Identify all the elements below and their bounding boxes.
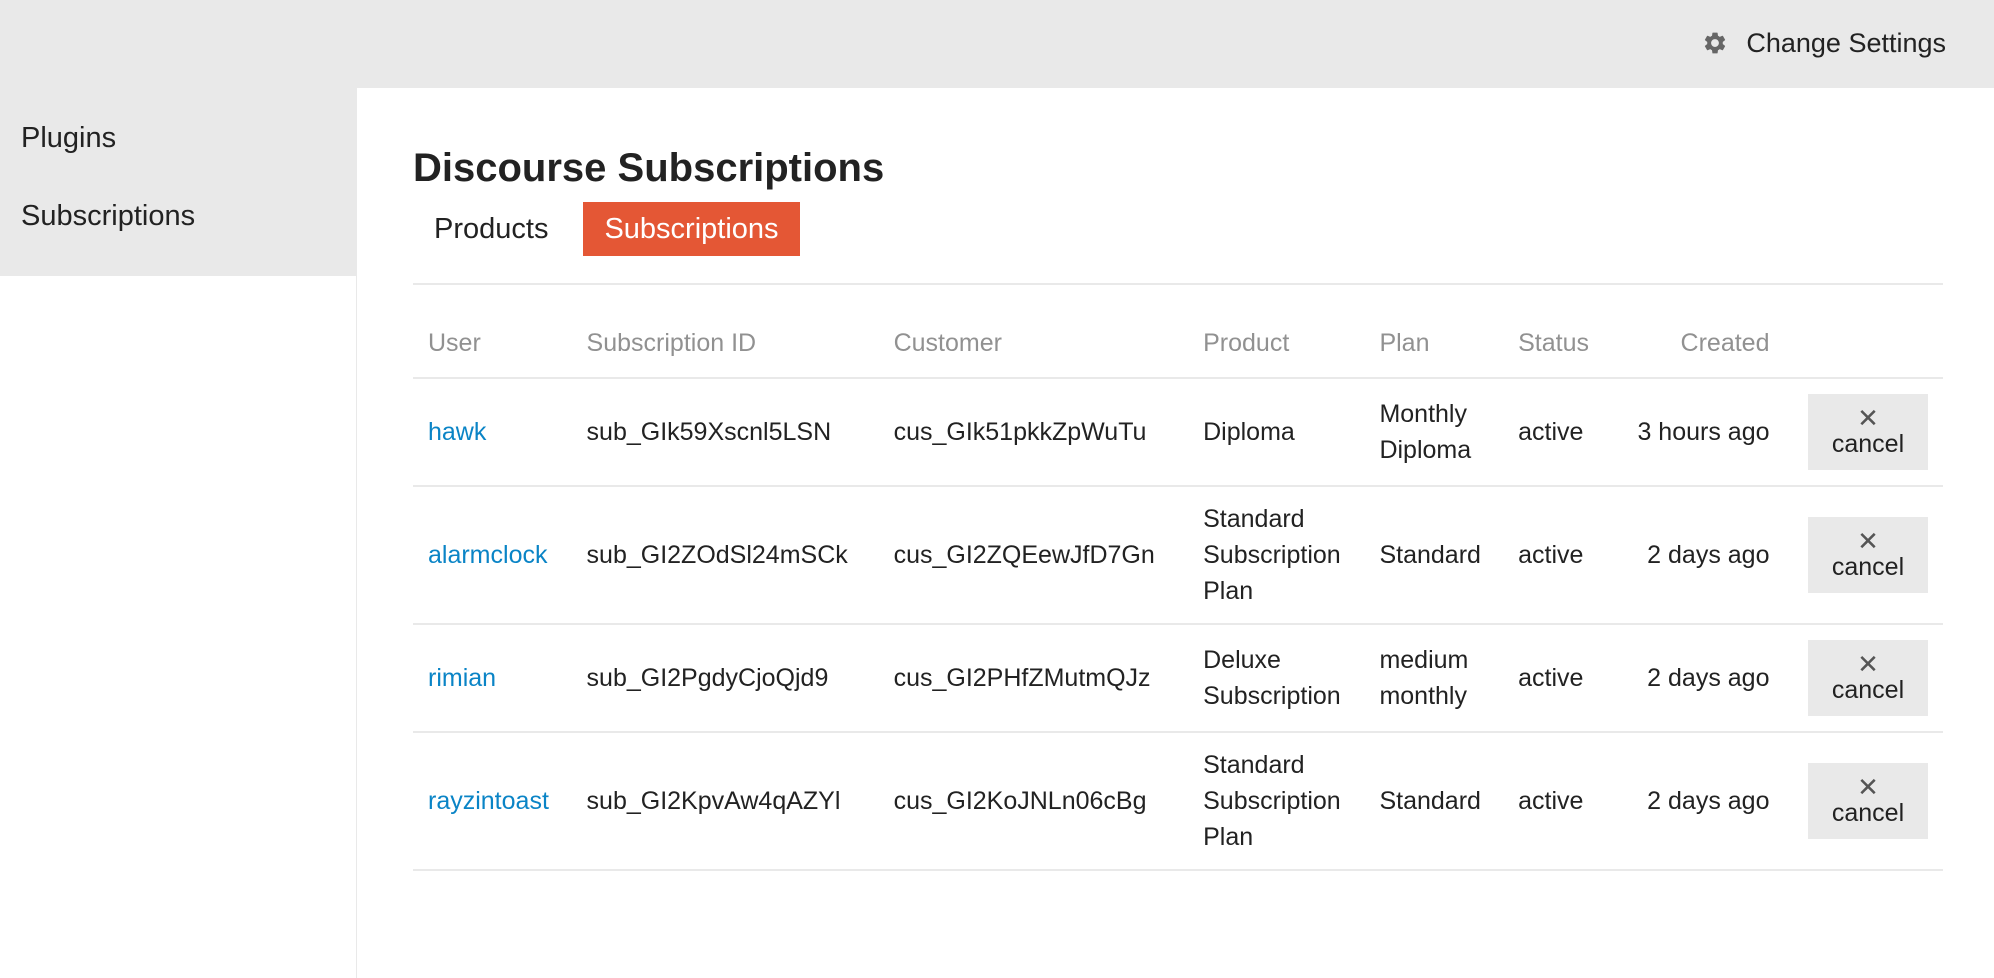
gear-icon — [1702, 30, 1728, 56]
tab-products[interactable]: Products — [413, 202, 569, 256]
subscription-id: sub_GIk59Xscnl5LSN — [571, 378, 879, 487]
subscription-id: sub_GI2KpvAw4qAZYl — [571, 732, 879, 871]
plan-name: Monthly Diploma — [1364, 378, 1504, 487]
plan-name: Standard — [1364, 732, 1504, 871]
subscriptions-table: User Subscription ID Customer Product Pl… — [413, 309, 1943, 871]
created: 3 hours ago — [1618, 378, 1785, 487]
close-icon: ✕ — [1857, 526, 1879, 556]
change-settings-label: Change Settings — [1746, 27, 1946, 58]
cancel-label: cancel — [1831, 553, 1905, 581]
sidebar: Plugins Subscriptions — [0, 88, 357, 978]
sidebar-item-plugins[interactable]: Plugins — [0, 106, 356, 184]
product-name: Deluxe Subscription — [1188, 624, 1365, 733]
table-row: rayzintoast sub_GI2KpvAw4qAZYl cus_GI2Ko… — [413, 732, 1943, 871]
divider — [413, 283, 1943, 285]
status: active — [1503, 486, 1619, 625]
status: active — [1503, 378, 1619, 487]
created: 2 days ago — [1618, 624, 1785, 733]
column-header-plan: Plan — [1364, 309, 1504, 379]
column-header-status: Status — [1503, 309, 1619, 379]
user-link[interactable]: rayzintoast — [428, 787, 549, 815]
table-row: hawk sub_GIk59Xscnl5LSN cus_GIk51pkkZpWu… — [413, 378, 1943, 487]
cancel-label: cancel — [1831, 430, 1905, 458]
cancel-button[interactable]: ✕ cancel — [1808, 517, 1928, 593]
top-bar: Change Settings — [0, 0, 1994, 88]
main-content: Discourse Subscriptions Products Subscri… — [413, 88, 1943, 871]
customer-id: cus_GIk51pkkZpWuTu — [878, 378, 1189, 487]
table-row: alarmclock sub_GI2ZOdSl24mSCk cus_GI2ZQE… — [413, 486, 1943, 625]
plan-name: medium monthly — [1364, 624, 1504, 733]
table-row: rimian sub_GI2PgdyCjoQjd9 cus_GI2PHfZMut… — [413, 624, 1943, 733]
cancel-button[interactable]: ✕ cancel — [1808, 394, 1928, 470]
column-header-customer: Customer — [878, 309, 1189, 379]
sidebar-item-subscriptions[interactable]: Subscriptions — [0, 184, 356, 262]
close-icon: ✕ — [1857, 649, 1879, 679]
column-header-actions — [1784, 309, 1943, 379]
user-link[interactable]: rimian — [428, 664, 496, 692]
product-name: Diploma — [1188, 378, 1365, 487]
created: 2 days ago — [1618, 732, 1785, 871]
cancel-label: cancel — [1831, 676, 1905, 704]
column-header-user: User — [413, 309, 572, 379]
column-header-subscription-id: Subscription ID — [571, 309, 879, 379]
change-settings-button[interactable]: Change Settings — [1702, 25, 1946, 61]
customer-id: cus_GI2KoJNLn06cBg — [878, 732, 1189, 871]
page-title: Discourse Subscriptions — [413, 146, 885, 190]
customer-id: cus_GI2ZQEewJfD7Gn — [878, 486, 1189, 625]
user-link[interactable]: hawk — [428, 418, 486, 446]
close-icon: ✕ — [1857, 772, 1879, 802]
plan-name: Standard — [1364, 486, 1504, 625]
tab-bar: Products Subscriptions — [413, 202, 1943, 256]
column-header-created: Created — [1618, 309, 1785, 379]
status: active — [1503, 624, 1619, 733]
user-link[interactable]: alarmclock — [428, 541, 547, 569]
cancel-label: cancel — [1831, 799, 1905, 827]
customer-id: cus_GI2PHfZMutmQJz — [878, 624, 1189, 733]
sidebar-nav: Plugins Subscriptions — [0, 88, 356, 276]
cancel-button[interactable]: ✕ cancel — [1808, 640, 1928, 716]
column-header-product: Product — [1188, 309, 1365, 379]
cancel-button[interactable]: ✕ cancel — [1808, 763, 1928, 839]
subscription-id: sub_GI2ZOdSl24mSCk — [571, 486, 879, 625]
subscription-id: sub_GI2PgdyCjoQjd9 — [571, 624, 879, 733]
product-name: Standard Subscription Plan — [1188, 486, 1365, 625]
status: active — [1503, 732, 1619, 871]
close-icon: ✕ — [1857, 403, 1879, 433]
tab-subscriptions[interactable]: Subscriptions — [583, 202, 800, 256]
created: 2 days ago — [1618, 486, 1785, 625]
table-header: User Subscription ID Customer Product Pl… — [413, 309, 1943, 379]
product-name: Standard Subscription Plan — [1188, 732, 1365, 871]
